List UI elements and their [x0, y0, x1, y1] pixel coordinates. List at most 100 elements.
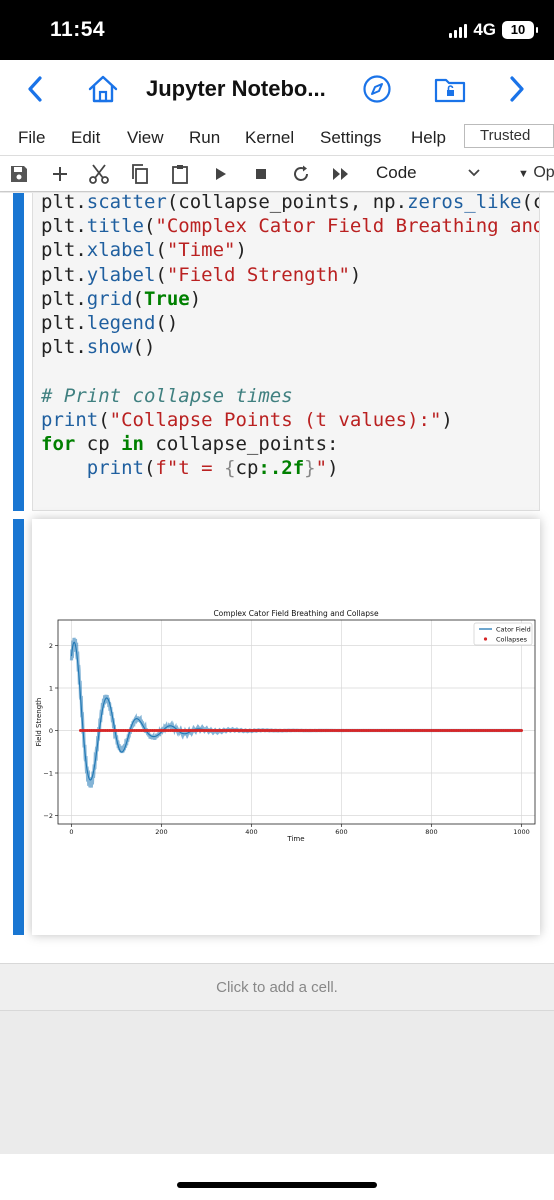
home-area: [0, 1154, 554, 1200]
menu-edit[interactable]: Edit: [71, 128, 100, 148]
run-all-button[interactable]: [330, 163, 352, 185]
code-line: print(f"t = {cp:.2f}"): [41, 456, 539, 480]
code-comment: # Print collapse times: [41, 384, 293, 407]
code-text-12d: ): [327, 457, 339, 480]
legend-cator-field: Cator Field: [496, 626, 531, 634]
chevron-right-icon: [510, 76, 524, 102]
status-bar: 11:54 4G 10: [0, 0, 554, 60]
code-fn-scatter: scatter: [86, 193, 167, 213]
menu-kernel[interactable]: Kernel: [245, 128, 294, 148]
chart-grid: [58, 620, 535, 824]
signal-icon: [449, 22, 468, 38]
code-fn-print2: print: [86, 457, 144, 480]
run-button[interactable]: [210, 163, 232, 185]
code-cell-editor[interactable]: plt.scatter(collapse_points, np.zeros_li…: [32, 193, 540, 511]
add-cell-button[interactable]: Click to add a cell.: [0, 963, 554, 1011]
code-fn-ylabel: ylabel: [86, 263, 156, 286]
cut-button[interactable]: [88, 163, 110, 185]
stop-button[interactable]: [250, 163, 272, 185]
chart-series: [69, 637, 523, 788]
code-kw-for: for: [41, 433, 76, 456]
output-cell-indicator: [13, 519, 24, 935]
compass-button[interactable]: [360, 72, 394, 106]
home-indicator[interactable]: [177, 1182, 377, 1188]
home-button[interactable]: [86, 72, 120, 106]
menu-settings[interactable]: Settings: [320, 128, 381, 148]
code-line: # Print collapse times: [41, 384, 539, 408]
code-str-title: "Complex Cator Field Breathing and Col: [155, 215, 539, 238]
code-str-time: "Time": [166, 239, 236, 262]
y-tick-label: −2: [43, 812, 53, 820]
restart-button[interactable]: [290, 163, 312, 185]
code-text-6a: plt.: [41, 312, 87, 335]
code-brace-open: {: [224, 457, 236, 480]
cell-type-select[interactable]: Code: [376, 163, 417, 183]
plus-icon: [53, 167, 67, 181]
chevron-down-icon[interactable]: [466, 164, 482, 180]
field-chart: Complex Cator Field Breathing and Collap…: [35, 609, 536, 843]
code-line: plt.grid(True): [41, 287, 539, 311]
code-text-11b: collapse_points:: [143, 433, 339, 456]
y-tick-label: 1: [49, 684, 53, 692]
menu-bar: File Edit View Run Kernel Settings Help …: [0, 118, 554, 156]
code-text-11a: cp: [75, 433, 122, 456]
notebook-panel: plt.scatter(collapse_points, np.zeros_li…: [0, 193, 554, 963]
browser-nav-bar: Jupyter Notebo...: [0, 60, 554, 118]
insert-cell-button[interactable]: [49, 163, 71, 185]
legend-dot-marker: [483, 637, 488, 641]
code-text-7a: plt.: [41, 336, 87, 359]
code-fn-print: print: [41, 408, 99, 431]
collapse-point: [520, 729, 523, 732]
refresh-icon: [294, 165, 308, 181]
x-tick-label: 600: [335, 828, 347, 836]
chevron-left-icon: [28, 76, 42, 102]
folder-button[interactable]: [433, 72, 467, 106]
y-tick-label: 0: [49, 727, 53, 735]
code-text-5a: plt.: [41, 287, 87, 310]
code-text-3a: plt.: [41, 239, 87, 262]
menu-view[interactable]: View: [127, 128, 164, 148]
more-toolbar-label: Op: [533, 164, 554, 181]
code-text-12c: cp: [235, 457, 259, 480]
copy-button[interactable]: [129, 163, 151, 185]
code-text-1c: (colla: [521, 193, 539, 213]
play-icon: [216, 168, 226, 180]
menu-help[interactable]: Help: [411, 128, 446, 148]
code-str-end: ": [315, 457, 328, 480]
code-fn-grid: grid: [86, 287, 133, 310]
caret-down-icon: ▼: [518, 168, 529, 180]
trusted-badge[interactable]: Trusted: [464, 124, 554, 148]
save-button[interactable]: [8, 163, 30, 185]
home-icon: [88, 75, 118, 103]
code-line: plt.legend(): [41, 311, 539, 335]
x-tick-label: 0: [69, 828, 73, 836]
x-tick-label: 800: [425, 828, 437, 836]
scissors-icon: [89, 164, 109, 184]
code-line: plt.scatter(collapse_points, np.zeros_li…: [41, 193, 539, 214]
code-line: print("Collapse Points (t values):"): [41, 408, 539, 432]
back-button[interactable]: [18, 72, 52, 106]
empty-area: [0, 1011, 554, 1154]
stop-icon: [256, 169, 266, 179]
menu-file[interactable]: File: [18, 128, 45, 148]
paste-button[interactable]: [169, 163, 191, 185]
code-text-5b: (: [132, 287, 144, 310]
menu-run[interactable]: Run: [189, 128, 220, 148]
code-text-10a: (: [98, 408, 110, 431]
x-tick-label: 200: [155, 828, 167, 836]
page-title: Jupyter Notebo...: [146, 76, 326, 101]
code-brace-close: }: [304, 457, 316, 480]
series-cator-field-band: [69, 637, 522, 788]
app-root: 11:54 4G 10 Jupyter Notebo... File Edit …: [0, 0, 554, 1200]
code-text-12b: (: [143, 457, 156, 480]
more-toolbar[interactable]: ▼ Op: [518, 164, 554, 182]
code-line: plt.title("Complex Cator Field Breathing…: [41, 214, 539, 238]
status-time: 11:54: [50, 18, 106, 41]
chart-legend: Cator Field Collapses: [473, 622, 533, 646]
code-text-6b: (): [155, 312, 179, 335]
fast-forward-icon: [333, 168, 348, 180]
plot-frame: [57, 619, 536, 825]
forward-button[interactable]: [500, 72, 534, 106]
code-text-10b: ): [441, 408, 453, 431]
code-fn-zeros: zeros_like: [407, 193, 522, 213]
